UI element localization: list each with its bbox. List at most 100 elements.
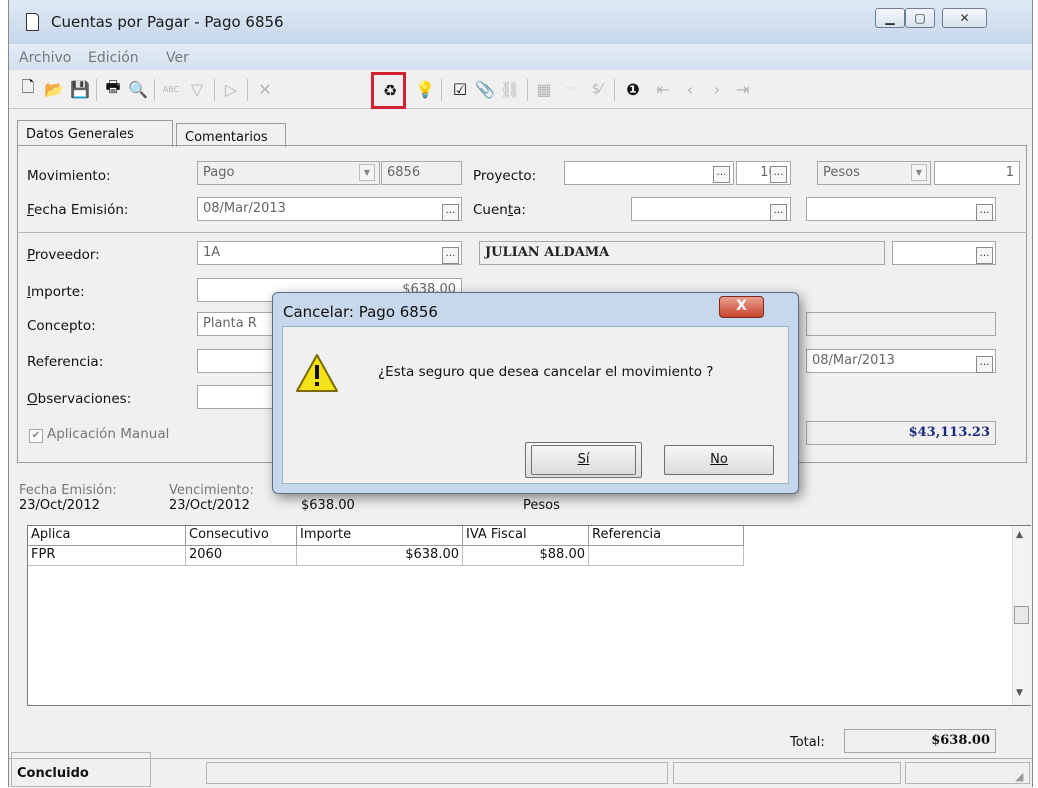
- proyecto-number-lookup-button[interactable]: …: [770, 166, 787, 183]
- table-cell-importe[interactable]: $638.00: [297, 546, 463, 566]
- summary-importe-value: $638.00: [301, 498, 355, 513]
- tab-datos-generales[interactable]: Datos Generales: [17, 120, 173, 147]
- new-document-icon[interactable]: 🗋: [17, 77, 39, 100]
- fecha-emision-field[interactable]: 08/Mar/2013: [197, 197, 462, 221]
- observaciones-label: Observaciones:: [27, 391, 132, 407]
- currency-icon[interactable]: $⁄: [586, 78, 608, 100]
- link-icon[interactable]: ⛓: [499, 78, 521, 100]
- cuenta-name-field: [806, 197, 996, 221]
- status-text: Concluido: [17, 766, 89, 781]
- no-button-label: No: [710, 452, 728, 467]
- column-header-iva-fiscal[interactable]: IVA Fiscal: [463, 526, 589, 546]
- aplicacion-table[interactable]: Aplica Consecutivo Importe IVA Fiscal Re…: [27, 525, 1031, 706]
- scroll-down-icon[interactable]: ▼: [1016, 688, 1023, 698]
- document-icon: [26, 13, 39, 31]
- vertical-scrollbar[interactable]: ▲ ▼: [1012, 526, 1031, 705]
- chevron-down-icon[interactable]: ▼: [911, 164, 927, 181]
- open-folder-icon[interactable]: 📂: [43, 78, 65, 100]
- yes-button[interactable]: Sí: [531, 445, 636, 475]
- cuenta-lookup-button[interactable]: …: [770, 204, 787, 221]
- dialog-close-button[interactable]: X: [719, 296, 764, 318]
- calculator-icon[interactable]: ▦: [533, 78, 555, 100]
- proyecto-lookup-button[interactable]: …: [713, 166, 730, 183]
- window-title: Cuentas por Pagar - Pago 6856: [51, 13, 284, 31]
- table-cell-consecutivo[interactable]: 2060: [186, 546, 297, 566]
- summary-fecha-emision-value: 23/Oct/2012: [19, 498, 100, 513]
- cancel-movement-icon[interactable]: ♻: [379, 79, 401, 101]
- summary-moneda-value: Pesos: [523, 498, 560, 513]
- dialog-title: Cancelar: Pago 6856: [283, 303, 438, 321]
- info-icon[interactable]: ❶: [622, 78, 644, 100]
- movimiento-label: Movimiento:: [27, 168, 111, 184]
- resize-grip-icon[interactable]: ◢: [1015, 770, 1023, 783]
- last-record-icon[interactable]: ⇥: [732, 78, 754, 100]
- importe-label: Importe:: [27, 284, 85, 300]
- maximize-button[interactable]: ▢: [905, 8, 935, 28]
- first-record-icon[interactable]: ⇤: [652, 78, 674, 100]
- concepto-label: Concepto:: [27, 318, 96, 334]
- scrollbar-thumb[interactable]: [1014, 606, 1029, 624]
- summary-fecha-emision-label: Fecha Emisión:: [19, 483, 117, 498]
- app-window: Cuentas por Pagar - Pago 6856 ▁ ▢ ✕ Arch…: [8, 0, 1033, 788]
- referencia-label: Referencia:: [27, 354, 104, 370]
- movimiento-select[interactable]: Pago: [197, 161, 380, 185]
- status-segment: [905, 762, 1030, 784]
- status-segment: [206, 762, 668, 784]
- tab-comentarios[interactable]: Comentarios: [176, 123, 286, 147]
- aplicacion-manual-checkbox[interactable]: ✔ Aplicación Manual: [29, 426, 169, 443]
- play-icon[interactable]: ▷: [220, 78, 242, 100]
- proyecto-label: Proyecto:: [473, 168, 537, 184]
- print-preview-icon[interactable]: 🔍: [127, 78, 149, 100]
- attachment-icon[interactable]: 📎: [474, 78, 496, 100]
- minimize-button[interactable]: ▁: [875, 8, 905, 28]
- chevron-down-icon[interactable]: ▼: [359, 164, 375, 181]
- spellcheck-icon[interactable]: ABC: [160, 78, 182, 100]
- column-header-aplica[interactable]: Aplica: [28, 526, 186, 546]
- menu-bar: [9, 44, 1032, 70]
- total-field: $638.00: [844, 729, 996, 753]
- fecha-emision-label: Fecha Emisión:: [27, 202, 129, 218]
- save-icon[interactable]: 💾: [69, 78, 91, 100]
- table-cell-aplica[interactable]: FPR: [28, 546, 186, 566]
- status-segment: [673, 762, 901, 784]
- proyecto-field[interactable]: [564, 161, 734, 185]
- proveedor-lookup-button[interactable]: …: [442, 247, 459, 264]
- table-cell-iva-fiscal[interactable]: $88.00: [463, 546, 589, 566]
- confirm-dialog: Cancelar: Pago 6856 X ¿Esta seguro que d…: [272, 292, 799, 494]
- proveedor-extra-lookup-button[interactable]: …: [976, 247, 993, 264]
- proveedor-name-field: JULIAN ALDAMA: [479, 241, 885, 265]
- summary-vencimiento-label: Vencimiento:: [169, 483, 254, 498]
- proveedor-field[interactable]: 1A: [197, 241, 462, 265]
- proveedor-label: Proveedor:: [27, 247, 100, 263]
- dialog-body: ¿Esta seguro que desea cancelar el movim…: [282, 326, 789, 484]
- previous-record-icon[interactable]: ‹: [679, 78, 701, 100]
- no-button[interactable]: No: [664, 445, 774, 475]
- filter-icon[interactable]: ▽: [186, 78, 208, 100]
- menu-archivo[interactable]: Archivo: [19, 50, 71, 66]
- table-cell-referencia[interactable]: [589, 546, 744, 566]
- column-header-referencia[interactable]: Referencia: [589, 526, 744, 546]
- column-header-consecutivo[interactable]: Consecutivo: [186, 526, 297, 546]
- delete-icon[interactable]: ✕: [254, 78, 276, 100]
- saldo-field: $43,113.23: [806, 421, 996, 445]
- tipo-cambio-field[interactable]: 1: [934, 161, 1020, 185]
- cuenta-field[interactable]: [631, 197, 791, 221]
- print-icon[interactable]: 🖶: [102, 77, 124, 100]
- dots-icon[interactable]: ···: [559, 78, 581, 100]
- aplicacion-manual-label: Aplicación Manual: [47, 426, 170, 442]
- checklist-icon[interactable]: ☑: [449, 78, 471, 100]
- cuenta-name-lookup-button[interactable]: …: [976, 204, 993, 221]
- yes-button-label: Sí: [577, 452, 590, 467]
- movimiento-number-field: 6856: [381, 161, 462, 185]
- close-window-button[interactable]: ✕: [942, 8, 987, 28]
- calendar-button[interactable]: …: [442, 204, 459, 221]
- menu-ver[interactable]: Ver: [166, 50, 189, 66]
- fecha-right-field[interactable]: 08/Mar/2013: [806, 349, 996, 373]
- scroll-up-icon[interactable]: ▲: [1016, 530, 1023, 540]
- menu-edicion[interactable]: Edición: [88, 50, 139, 66]
- lightbulb-icon[interactable]: 💡: [414, 78, 436, 100]
- fecha-right-calendar-button[interactable]: …: [976, 356, 993, 373]
- column-header-importe[interactable]: Importe: [297, 526, 463, 546]
- checkbox-checked-icon: ✔: [29, 429, 43, 443]
- next-record-icon[interactable]: ›: [706, 78, 728, 100]
